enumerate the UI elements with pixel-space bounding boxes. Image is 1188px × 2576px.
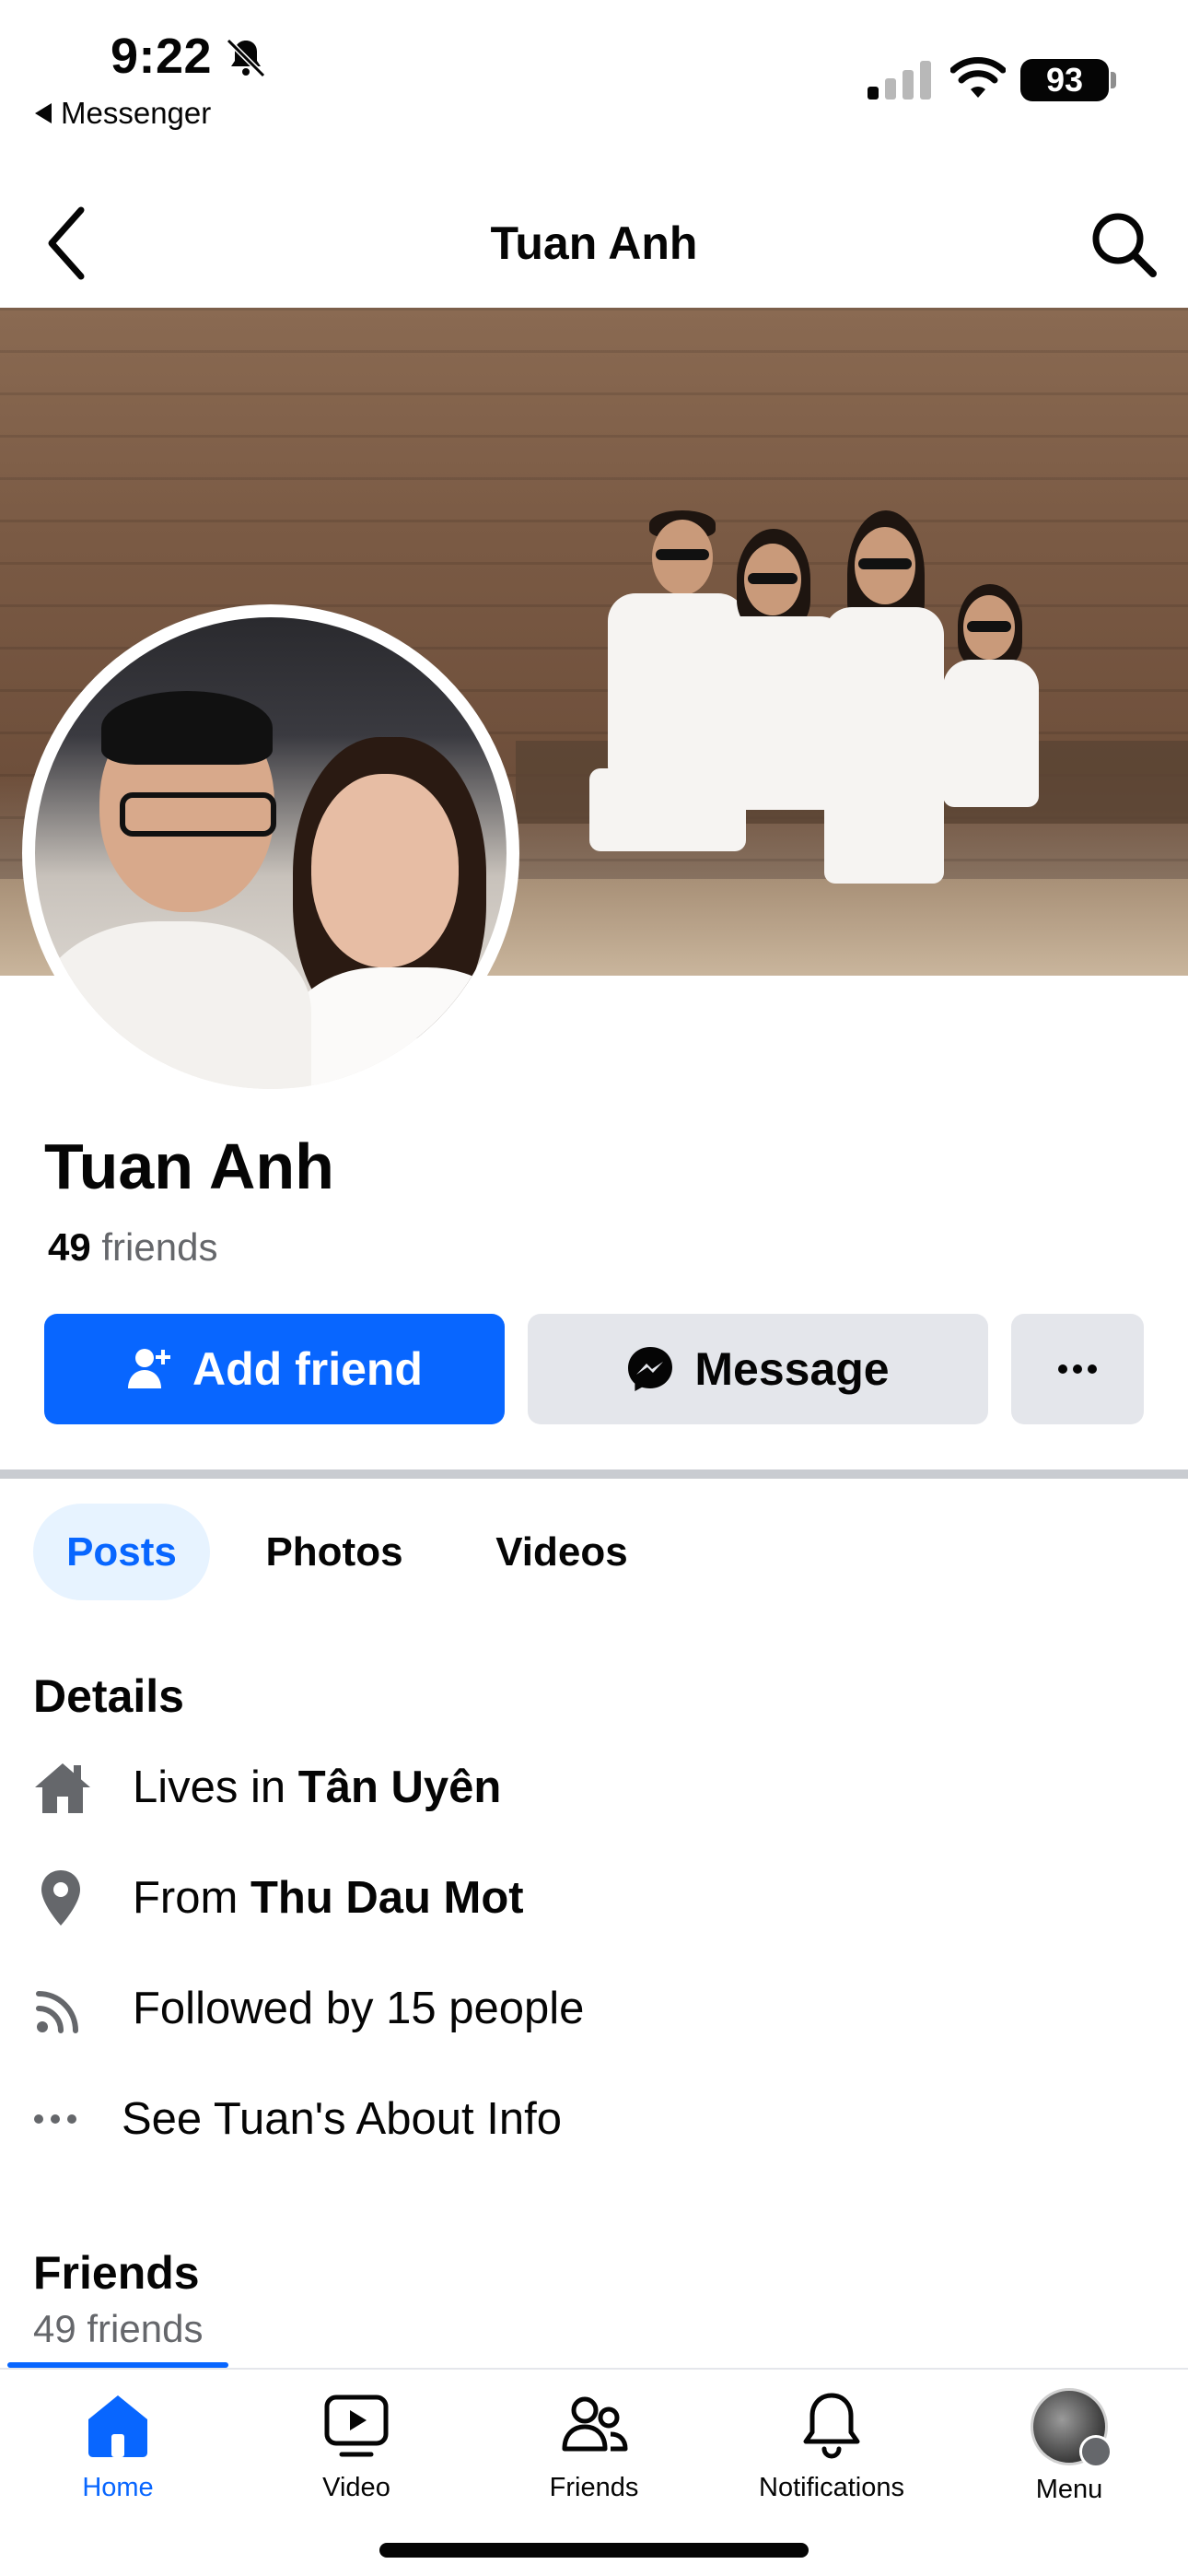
rss-feed-icon	[33, 1972, 107, 2045]
cover-person-child	[930, 584, 1050, 888]
back-app-label: Messenger	[61, 96, 212, 130]
add-friend-button[interactable]: Add friend	[44, 1314, 505, 1424]
tab-friends[interactable]: Friends	[479, 2388, 709, 2503]
lives-prefix: Lives in	[133, 1762, 286, 1812]
more-dots-icon	[33, 2082, 96, 2156]
tab-home[interactable]: Home	[3, 2388, 233, 2503]
more-options-button[interactable]	[1011, 1314, 1144, 1424]
back-triangle-icon	[35, 103, 52, 123]
avatar-woman-shirt	[284, 967, 507, 1089]
friends-count[interactable]: 49 friends	[48, 1225, 217, 1270]
friends-count-number: 49	[48, 1225, 91, 1269]
wifi-icon	[950, 57, 1006, 98]
home-indicator	[379, 2543, 809, 2558]
message-button[interactable]: Message	[528, 1314, 988, 1424]
profile-name: Tuan Anh	[44, 1130, 334, 1202]
tab-menu-label: Menu	[1035, 2475, 1103, 2504]
detail-from[interactable]: From Thu Dau Mot	[33, 1861, 524, 1935]
avatar-man-shirt	[35, 921, 311, 1089]
avatar-woman-face	[311, 774, 459, 967]
from-prefix: From	[133, 1873, 239, 1923]
cellular-signal-icon	[868, 61, 931, 100]
friends-icon	[562, 2396, 628, 2452]
friends-count-label: friends	[101, 1225, 218, 1269]
tab-videos[interactable]: Videos	[470, 1504, 654, 1600]
location-pin-icon	[33, 1861, 107, 1935]
add-person-icon	[128, 1349, 170, 1388]
search-icon[interactable]	[1087, 207, 1160, 281]
tab-video[interactable]: Video	[241, 2388, 472, 2503]
section-divider	[0, 1469, 1188, 1479]
avatar-photo	[35, 617, 507, 1089]
video-icon	[324, 2395, 389, 2457]
home-icon	[88, 2395, 147, 2457]
detail-followers[interactable]: Followed by 15 people	[33, 1972, 584, 2045]
bell-icon	[803, 2393, 860, 2459]
about-link: See Tuan's About Info	[122, 2094, 562, 2144]
message-label: Message	[694, 1343, 890, 1395]
detail-about-info[interactable]: See Tuan's About Info	[33, 2082, 562, 2156]
tab-home-label: Home	[82, 2473, 154, 2502]
details-title: Details	[33, 1670, 184, 1722]
battery-nub	[1111, 72, 1116, 88]
menu-badge-icon	[1079, 2435, 1112, 2468]
page-title: Tuan Anh	[490, 217, 698, 269]
friends-section-title: Friends	[33, 2247, 200, 2299]
back-to-messenger[interactable]: Messenger	[35, 96, 211, 131]
status-time: 9:22	[111, 29, 213, 84]
tab-photos[interactable]: Photos	[247, 1504, 422, 1600]
tab-friends-label: Friends	[549, 2473, 639, 2502]
followed-text: Followed by 15 people	[133, 1984, 585, 2033]
tab-video-label: Video	[322, 2473, 390, 2502]
lives-place: Tân Uyên	[297, 1762, 502, 1812]
add-friend-label: Add friend	[192, 1343, 423, 1395]
battery-indicator: 93	[1020, 59, 1109, 101]
messenger-icon	[628, 1347, 673, 1391]
avatar-glasses	[120, 792, 276, 837]
menu-avatar	[1031, 2388, 1112, 2468]
detail-lives-in[interactable]: Lives in Tân Uyên	[33, 1751, 501, 1824]
tab-notifications-label: Notifications	[759, 2473, 904, 2502]
home-icon	[33, 1751, 107, 1824]
tab-notifications[interactable]: Notifications	[716, 2388, 947, 2503]
tab-menu[interactable]: Menu	[954, 2388, 1184, 2505]
from-place: Thu Dau Mot	[250, 1873, 524, 1923]
avatar-man-hair	[101, 691, 273, 765]
nav-header: Tuan Anh	[0, 180, 1188, 309]
tab-posts[interactable]: Posts	[33, 1504, 210, 1600]
more-dots-icon	[1058, 1364, 1097, 1374]
profile-avatar[interactable]	[22, 604, 519, 1102]
friends-section-count: 49 friends	[33, 2307, 204, 2350]
status-bar: 9:22 Messenger 93	[0, 0, 1188, 147]
bell-muted-icon	[226, 38, 266, 78]
